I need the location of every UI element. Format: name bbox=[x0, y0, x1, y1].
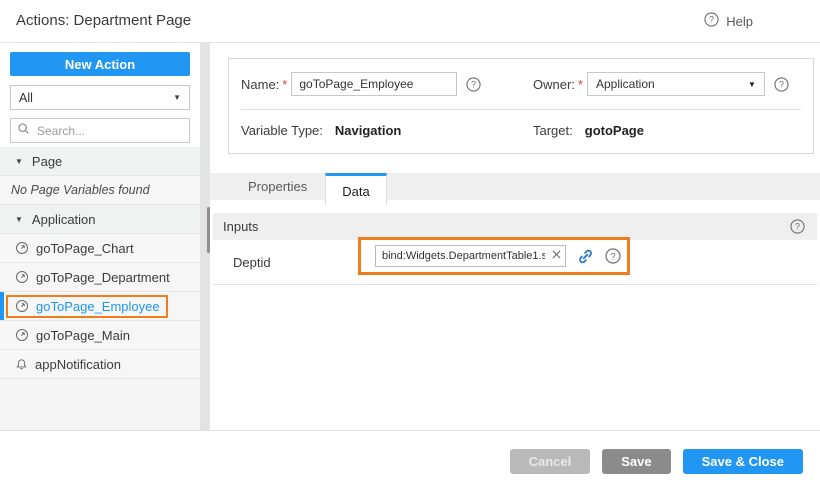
filter-dropdown[interactable]: All ▼ bbox=[10, 85, 190, 110]
name-label: Name: bbox=[241, 77, 279, 92]
tree-item-label: goToPage_Department bbox=[36, 270, 170, 285]
save-and-close-button[interactable]: Save & Close bbox=[683, 449, 803, 474]
tree-item-gotopage-department[interactable]: goToPage_Department bbox=[0, 263, 200, 292]
highlight-outline: goToPage_Employee bbox=[6, 295, 168, 318]
tab-bar: Properties Data bbox=[210, 173, 820, 200]
navigation-icon bbox=[15, 328, 29, 342]
save-button[interactable]: Save bbox=[602, 449, 670, 474]
help-link[interactable]: ? Help bbox=[704, 12, 753, 30]
help-icon[interactable]: ? bbox=[605, 248, 621, 264]
search-box bbox=[10, 118, 190, 143]
owner-dropdown[interactable]: Application ▼ bbox=[587, 72, 765, 96]
search-icon bbox=[17, 122, 30, 140]
tree-item-label: appNotification bbox=[35, 357, 121, 372]
tab-data[interactable]: Data bbox=[325, 173, 386, 206]
tree-item-label: goToPage_Employee bbox=[36, 299, 160, 314]
required-marker: * bbox=[282, 77, 287, 92]
bind-input-wrap bbox=[375, 245, 566, 267]
divider bbox=[241, 109, 801, 110]
help-label: Help bbox=[726, 14, 753, 29]
inputs-section-header: Inputs ? bbox=[213, 213, 817, 240]
selected-indicator-bar bbox=[0, 292, 4, 320]
tree-item-label: goToPage_Main bbox=[36, 328, 130, 343]
tree-item-gotopage-chart[interactable]: goToPage_Chart bbox=[0, 234, 200, 263]
dialog-header: Actions: Department Page ? Help bbox=[0, 0, 820, 43]
caret-down-icon: ▼ bbox=[15, 215, 23, 224]
svg-text:?: ? bbox=[779, 79, 784, 89]
caret-down-icon: ▼ bbox=[15, 157, 23, 166]
tree-item-appnotification[interactable]: appNotification bbox=[0, 350, 200, 379]
tree-item-label: goToPage_Chart bbox=[36, 241, 134, 256]
tree-group-application[interactable]: ▼ Application bbox=[0, 205, 200, 234]
page-empty-message: No Page Variables found bbox=[0, 176, 200, 205]
svg-text:?: ? bbox=[610, 251, 615, 262]
tree-group-page[interactable]: ▼ Page bbox=[0, 147, 200, 176]
target-label: Target: bbox=[533, 123, 573, 138]
actions-dialog: Actions: Department Page ? Help New Acti… bbox=[0, 0, 820, 488]
help-icon[interactable]: ? bbox=[774, 77, 789, 92]
target-value: gotoPage bbox=[585, 123, 644, 138]
tab-properties[interactable]: Properties bbox=[230, 173, 325, 200]
dialog-footer: Cancel Save Save & Close bbox=[0, 430, 820, 488]
action-detail-panel: Name: * ? Owner: * Application ▼ ? bbox=[210, 43, 820, 430]
variables-sidebar: New Action All ▼ ▼ Page No Page Variable… bbox=[0, 43, 200, 430]
tree-item-gotopage-employee[interactable]: goToPage_Employee bbox=[0, 292, 200, 321]
filter-value: All bbox=[19, 91, 33, 105]
chevron-down-icon: ▼ bbox=[748, 80, 756, 89]
required-marker: * bbox=[578, 77, 583, 92]
tree-group-label: Application bbox=[32, 212, 96, 227]
svg-text:?: ? bbox=[471, 79, 476, 89]
inputs-section-title: Inputs bbox=[223, 219, 258, 234]
cancel-button[interactable]: Cancel bbox=[510, 449, 591, 474]
footer-buttons: Cancel Save Save & Close bbox=[510, 449, 803, 474]
navigation-icon bbox=[15, 299, 29, 313]
name-input[interactable] bbox=[291, 72, 457, 96]
svg-text:?: ? bbox=[709, 15, 714, 25]
clear-icon[interactable] bbox=[550, 248, 563, 261]
owner-label: Owner: bbox=[533, 77, 575, 92]
new-action-button[interactable]: New Action bbox=[10, 52, 190, 76]
input-row-deptid: Deptid ? bbox=[213, 240, 817, 285]
tree-group-label: Page bbox=[32, 154, 62, 169]
navigation-icon bbox=[15, 241, 29, 255]
variable-type-label: Variable Type: bbox=[241, 123, 323, 138]
variable-type-value: Navigation bbox=[335, 123, 401, 138]
input-field-name: Deptid bbox=[233, 240, 271, 285]
help-icon[interactable]: ? bbox=[790, 219, 805, 234]
highlight-outline: ? bbox=[358, 237, 630, 275]
chevron-down-icon: ▼ bbox=[173, 93, 181, 102]
bind-link-icon[interactable] bbox=[577, 248, 594, 265]
page-title: Actions: Department Page bbox=[16, 12, 191, 29]
tree-item-gotopage-main[interactable]: goToPage_Main bbox=[0, 321, 200, 350]
bell-icon bbox=[15, 358, 28, 371]
svg-text:?: ? bbox=[795, 222, 800, 232]
help-icon[interactable]: ? bbox=[466, 77, 481, 92]
navigation-icon bbox=[15, 270, 29, 284]
variables-tree: ▼ Page No Page Variables found ▼ Applica… bbox=[0, 147, 200, 430]
search-input[interactable] bbox=[35, 123, 183, 139]
owner-value: Application bbox=[596, 77, 655, 91]
action-summary-box: Name: * ? Owner: * Application ▼ ? bbox=[228, 58, 814, 154]
help-icon: ? bbox=[704, 12, 719, 30]
deptid-bind-input[interactable] bbox=[375, 245, 566, 267]
